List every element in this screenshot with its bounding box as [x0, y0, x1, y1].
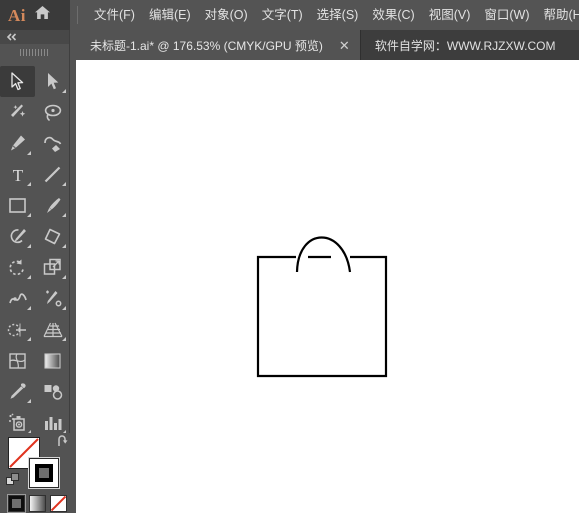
lasso-tool[interactable]	[35, 97, 70, 128]
flyout-indicator	[27, 275, 31, 279]
type-tool[interactable]: T	[0, 159, 35, 190]
svg-text:T: T	[12, 166, 23, 184]
tools-panel: T	[0, 30, 70, 513]
pen-tool[interactable]	[0, 128, 35, 159]
width-tool[interactable]	[0, 283, 35, 314]
menu-item-edit[interactable]: 编辑(E)	[142, 0, 198, 30]
flyout-indicator	[27, 399, 31, 403]
rotate-tool[interactable]	[0, 252, 35, 283]
scale-tool[interactable]	[35, 252, 70, 283]
color-controls	[0, 433, 70, 513]
none-slash-icon	[51, 496, 66, 511]
color-mode-button[interactable]	[8, 495, 25, 512]
document-tab-title: 未标题-1.ai* @ 176.53% (CMYK/GPU 预览)	[90, 38, 323, 53]
menu-item-list: 文件(F) 编辑(E) 对象(O) 文字(T) 选择(S) 效果(C) 视图(V…	[87, 0, 579, 30]
close-icon[interactable]: ✕	[337, 39, 352, 52]
menu-item-file[interactable]: 文件(F)	[87, 0, 142, 30]
menu-item-object[interactable]: 对象(O)	[198, 0, 255, 30]
panel-drag-handle[interactable]	[0, 44, 69, 60]
none-mode-button[interactable]	[50, 495, 67, 512]
shape-builder-tool[interactable]	[0, 314, 35, 345]
menu-item-view[interactable]: 视图(V)	[422, 0, 478, 30]
gradient-tool[interactable]	[35, 345, 70, 376]
shaper-tool[interactable]	[0, 221, 35, 252]
watermark-text: 软件自学网：WWW.RJZXW.COM	[374, 38, 556, 53]
flyout-indicator	[62, 306, 66, 310]
illustrator-window: Ai 文件(F) 编辑(E) 对象(O) 文字(T) 选择(S) 效果(C) 视…	[0, 0, 579, 513]
swap-fill-stroke-icon[interactable]	[56, 435, 70, 453]
eraser-tool[interactable]	[35, 221, 70, 252]
menu-divider	[77, 6, 78, 24]
fill-stroke-indicator	[6, 435, 68, 492]
stroke-swatch-center	[39, 468, 49, 478]
menu-item-select[interactable]: 选择(S)	[310, 0, 366, 30]
grip-dots	[19, 48, 50, 56]
document-canvas[interactable]	[76, 60, 579, 513]
menu-item-effect[interactable]: 效果(C)	[365, 0, 421, 30]
flyout-indicator	[27, 182, 31, 186]
gradient-mode-button[interactable]	[29, 495, 46, 512]
document-tab[interactable]: 未标题-1.ai* @ 176.53% (CMYK/GPU 预览) ✕	[76, 30, 361, 60]
shopping-bag-drawing[interactable]	[76, 60, 579, 513]
free-transform-tool[interactable]	[35, 283, 70, 314]
line-segment-tool[interactable]	[35, 159, 70, 190]
flyout-indicator	[62, 275, 66, 279]
flyout-indicator	[62, 213, 66, 217]
double-chevron-left-icon	[6, 33, 17, 41]
eyedropper-tool[interactable]	[0, 376, 35, 407]
default-fill-stroke-icon[interactable]	[6, 473, 20, 492]
document-tab-bar: 未标题-1.ai* @ 176.53% (CMYK/GPU 预览) ✕ 软件自学…	[76, 30, 579, 60]
perspective-grid-tool[interactable]	[35, 314, 70, 345]
mesh-tool[interactable]	[0, 345, 35, 376]
flyout-indicator	[27, 151, 31, 155]
home-icon[interactable]	[34, 5, 51, 25]
ai-logo: Ai	[8, 5, 26, 25]
rectangle-tool[interactable]	[0, 190, 35, 221]
flyout-indicator	[27, 306, 31, 310]
magic-wand-tool[interactable]	[0, 97, 35, 128]
paint-mode-row	[8, 495, 67, 512]
blend-tool[interactable]	[35, 376, 70, 407]
flyout-indicator	[62, 244, 66, 248]
flyout-indicator	[27, 213, 31, 217]
curvature-tool[interactable]	[35, 128, 70, 159]
menu-item-type[interactable]: 文字(T)	[255, 0, 310, 30]
paintbrush-tool[interactable]	[35, 190, 70, 221]
flyout-indicator	[27, 244, 31, 248]
flyout-indicator	[62, 337, 66, 341]
direct-selection-tool[interactable]	[35, 66, 70, 97]
flyout-indicator	[62, 182, 66, 186]
app-logo-zone: Ai	[0, 0, 70, 30]
selection-tool[interactable]	[0, 66, 35, 97]
stroke-swatch[interactable]	[28, 457, 60, 489]
menu-bar: Ai 文件(F) 编辑(E) 对象(O) 文字(T) 选择(S) 效果(C) 视…	[0, 0, 579, 30]
collapse-panel-button[interactable]	[0, 30, 69, 44]
flyout-indicator	[27, 337, 31, 341]
menu-item-window[interactable]: 窗口(W)	[477, 0, 536, 30]
flyout-indicator	[62, 89, 66, 93]
menu-item-help[interactable]: 帮助(H)	[537, 0, 579, 30]
